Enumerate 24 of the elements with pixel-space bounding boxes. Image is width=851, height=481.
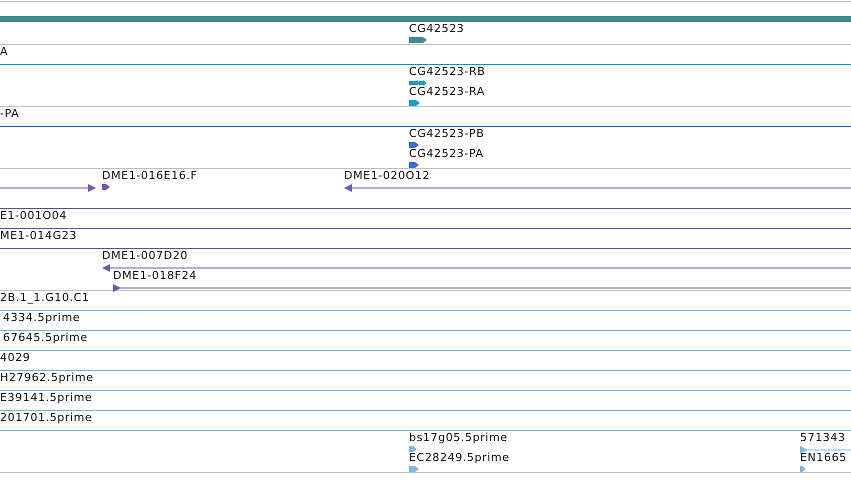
feature-label: DME1-020O12 (344, 169, 430, 182)
feature-label: CG42523-RA (409, 85, 485, 98)
feature-label: EC28249.5prime (409, 451, 510, 464)
feature-label: DME1-007D20 (102, 249, 188, 262)
feature-label: DME1-016E16.F (102, 169, 198, 182)
feature-label: CG42523-PB (409, 127, 484, 140)
feature-label: CG42523-RB (409, 65, 486, 78)
feature-label: 4029 (0, 351, 30, 364)
feature-label: E39141.5prime (0, 391, 92, 404)
feature-label: EN1665 (800, 451, 847, 464)
feature-label: A (0, 45, 8, 58)
feature-label: CG42523-PA (409, 147, 484, 160)
feature-label: 571343 (800, 431, 846, 444)
feature-label: ME1-014G23 (0, 229, 77, 242)
feature-label: 2B.1_1.G10.C1 (0, 291, 90, 304)
feature-label: H27962.5prime (0, 371, 94, 384)
feature-label: 67645.5prime (3, 331, 88, 344)
feature-label: -PA (0, 107, 20, 120)
feature-label: E1-001O04 (0, 209, 67, 222)
feature-label: 201701.5prime (0, 411, 92, 424)
feature-label: 4334.5prime (3, 311, 80, 324)
feature-label: CG42523 (409, 22, 464, 35)
feature-label: DME1-018F24 (113, 269, 197, 282)
feature-label: bs17g05.5prime (409, 431, 508, 444)
